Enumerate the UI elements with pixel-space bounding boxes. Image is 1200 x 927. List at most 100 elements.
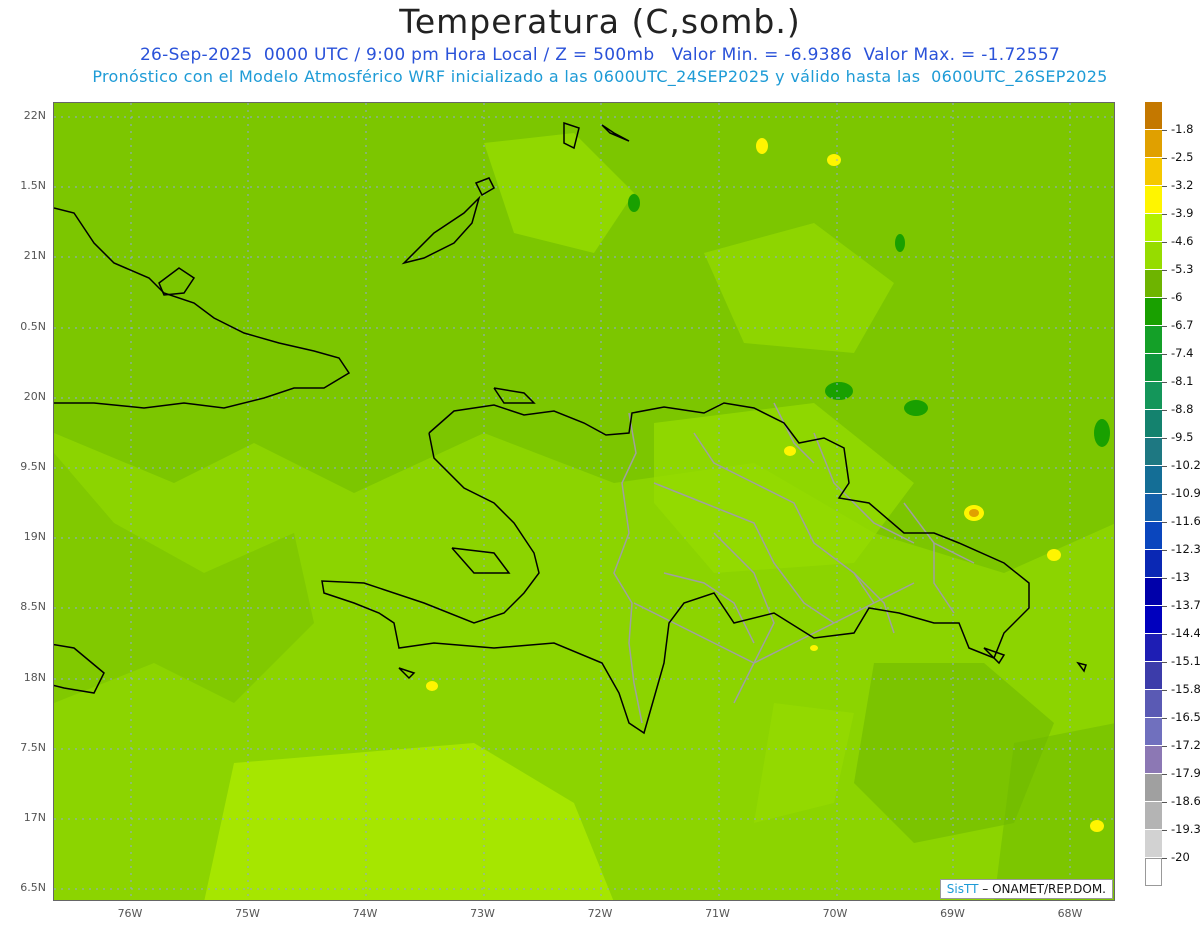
colorbar-tick	[1162, 158, 1167, 159]
colorbar-swatch	[1145, 466, 1162, 494]
colorbar-tick	[1162, 326, 1167, 327]
colorbar-swatch	[1145, 802, 1162, 830]
colorbar-label: -10.9	[1171, 486, 1200, 500]
colorbar-swatch	[1145, 494, 1162, 522]
colorbar-swatch	[1145, 410, 1162, 438]
subtitle-validity: 26-Sep-2025 0000 UTC / 9:00 pm Hora Loca…	[139, 45, 1061, 65]
latitude-label: 17N	[23, 811, 46, 824]
colorbar-label: -3.2	[1171, 178, 1194, 192]
colorbar-label: -2.5	[1171, 150, 1194, 164]
colorbar-label: -19.3	[1171, 822, 1200, 836]
colorbar-tick	[1162, 382, 1167, 383]
colorbar-tick	[1162, 494, 1167, 495]
colorbar-tick	[1162, 550, 1167, 551]
colorbar-swatch	[1145, 634, 1162, 662]
subtitle-model-info: Pronóstico con el Modelo Atmosférico WRF…	[92, 67, 1108, 86]
colorbar-swatch	[1145, 522, 1162, 550]
colorbar-label: -8.8	[1171, 402, 1194, 416]
colorbar-swatch	[1145, 158, 1162, 186]
colorbar-tick	[1162, 270, 1167, 271]
colorbar-tick	[1162, 578, 1167, 579]
colorbar-swatch	[1145, 550, 1162, 578]
latitude-label: 6.5N	[20, 881, 46, 895]
colorbar-tick	[1162, 438, 1167, 439]
colorbar-tick	[1162, 746, 1167, 747]
colorbar-swatch	[1145, 130, 1162, 158]
colorbar-label: -5.3	[1171, 262, 1194, 276]
colorbar-tick	[1162, 410, 1167, 411]
colorbar-tick	[1162, 186, 1167, 187]
colorbar-label: -10.2	[1171, 458, 1200, 472]
map-title: Temperatura (C,somb.)	[399, 2, 801, 41]
colorbar-tick	[1162, 606, 1167, 607]
colorbar-tick	[1162, 130, 1167, 131]
colorbar-tick	[1162, 718, 1167, 719]
temperature-map: SisTT – ONAMET/REP.DOM.	[53, 102, 1115, 901]
colorbar-label: -9.5	[1171, 430, 1194, 444]
colorbar-label: -14.4	[1171, 626, 1200, 640]
colorbar-swatch	[1145, 298, 1162, 326]
colorbar-label: -3.9	[1171, 206, 1194, 220]
colorbar-label: -18.6	[1171, 794, 1200, 808]
colorbar-swatch	[1145, 746, 1162, 774]
longitude-label: 76W	[117, 907, 143, 920]
colorbar-swatch	[1145, 214, 1162, 242]
colorbar-tick	[1162, 522, 1167, 523]
colorbar-label: -15.1	[1171, 654, 1200, 668]
colorbar-label: -15.8	[1171, 682, 1200, 696]
colorbar-tick	[1162, 662, 1167, 663]
colorbar-label: -20	[1171, 850, 1190, 864]
credit-text: – ONAMET/REP.DOM.	[982, 882, 1106, 896]
colorbar-label: -12.3	[1171, 542, 1200, 556]
colorbar-swatch	[1145, 690, 1162, 718]
longitude-label: 73W	[470, 907, 495, 920]
longitude-label: 75W	[235, 907, 260, 920]
colorbar-swatch	[1145, 242, 1162, 270]
longitude-label: 69W	[940, 907, 965, 920]
colorbar-swatch	[1145, 606, 1162, 634]
longitude-label: 70W	[822, 907, 848, 920]
colorbar-tick	[1162, 690, 1167, 691]
colorbar-swatch	[1145, 830, 1162, 858]
latitude-label: 9.5N	[20, 460, 46, 473]
colorbar-tick	[1162, 354, 1167, 355]
latitude-label: 7.5N	[20, 740, 46, 754]
colorbar-label: -11.6	[1171, 514, 1200, 528]
longitude-label: 74W	[352, 907, 378, 920]
colorbar-tick	[1162, 242, 1167, 243]
longitude-label: 72W	[587, 907, 613, 920]
longitude-label: 71W	[705, 907, 730, 920]
colorbar-swatch	[1145, 102, 1162, 130]
colorbar-label: -4.6	[1171, 234, 1194, 248]
colorbar-label: -8.1	[1171, 374, 1194, 388]
colorbar-label: -16.5	[1171, 710, 1200, 724]
longitude-label: 68W	[1057, 907, 1083, 920]
latitude-label: 21N	[23, 249, 46, 263]
colorbar-label: -13.7	[1171, 598, 1200, 612]
colorbar-swatch	[1145, 186, 1162, 214]
colorbar-swatch	[1145, 354, 1162, 382]
colorbar-swatch	[1145, 578, 1162, 606]
colorbar-label: -1.8	[1171, 122, 1194, 136]
colorbar-label: -6.7	[1171, 318, 1194, 332]
colorbar-label: -7.4	[1171, 346, 1194, 360]
colorbar-swatch	[1145, 858, 1162, 886]
temperature-field	[54, 103, 1114, 900]
colorbar-tick	[1162, 214, 1167, 215]
colorbar-tick	[1162, 774, 1167, 775]
colorbar-tick	[1162, 634, 1167, 635]
colorbar-tick	[1162, 298, 1167, 299]
colorbar	[1145, 102, 1162, 886]
credit-brand: SisTT	[946, 882, 979, 896]
colorbar-swatch	[1145, 662, 1162, 690]
latitude-label: 22N	[23, 109, 46, 122]
latitude-label: 8.5N	[20, 600, 46, 614]
colorbar-label: -17.9	[1171, 766, 1200, 780]
colorbar-label: -13	[1171, 570, 1190, 584]
colorbar-tick	[1162, 466, 1167, 467]
latitude-label: 1.5N	[20, 179, 46, 193]
latitude-label: 20N	[23, 389, 46, 403]
colorbar-swatch	[1145, 718, 1162, 746]
colorbar-label: -6	[1171, 290, 1183, 304]
latitude-label: 0.5N	[20, 319, 46, 333]
